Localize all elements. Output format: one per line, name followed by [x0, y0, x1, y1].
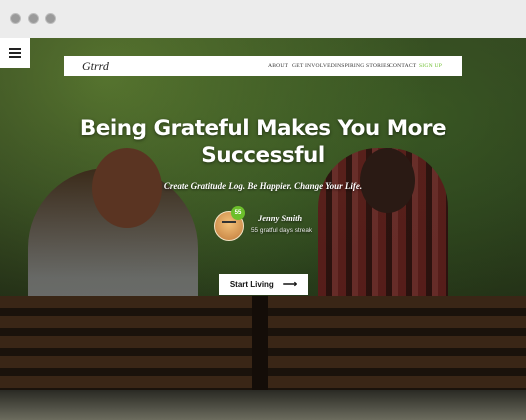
hero-title: Being Grateful Makes You More Successful — [79, 116, 447, 168]
nav-link-contact[interactable]: CONTACT — [389, 63, 416, 69]
hamburger-menu-icon — [9, 56, 21, 58]
user-streak-text: 55 gratful days streak — [251, 227, 313, 234]
browser-chrome — [0, 0, 526, 38]
site-logo[interactable]: Gtrrd — [82, 59, 109, 74]
top-navbar: Gtrrd ABOUT GET INVOLVED INSPIRING STORI… — [64, 56, 462, 76]
hero-photo-bench-post — [252, 296, 268, 396]
arrow-right-icon: ⟶ — [282, 279, 298, 290]
window-maximize-button[interactable] — [45, 13, 56, 24]
nav-link-about[interactable]: ABOUT — [268, 63, 288, 69]
hero-photo-ground — [0, 390, 526, 420]
window-minimize-button[interactable] — [28, 13, 39, 24]
nav-link-inspiring-stories[interactable]: INSPIRING STORIES — [335, 63, 390, 69]
streak-badge: 55 — [231, 206, 245, 220]
hamburger-menu-icon — [9, 52, 21, 54]
hamburger-menu-icon — [9, 48, 21, 50]
nav-link-get-involved[interactable]: GET INVOLVED — [292, 63, 335, 69]
start-living-button[interactable]: Start Living ⟶ — [219, 274, 308, 295]
hero-subtitle: Create Gratitude Log. Be Happier. Change… — [163, 181, 363, 191]
start-living-label: Start Living — [229, 280, 274, 289]
avatar-glasses-icon — [222, 221, 236, 228]
nav-link-sign-up[interactable]: SIGN UP — [419, 63, 442, 69]
hamburger-menu-button[interactable] — [0, 38, 30, 68]
user-name: Jenny Smith — [258, 213, 303, 223]
window-close-button[interactable] — [10, 13, 21, 24]
